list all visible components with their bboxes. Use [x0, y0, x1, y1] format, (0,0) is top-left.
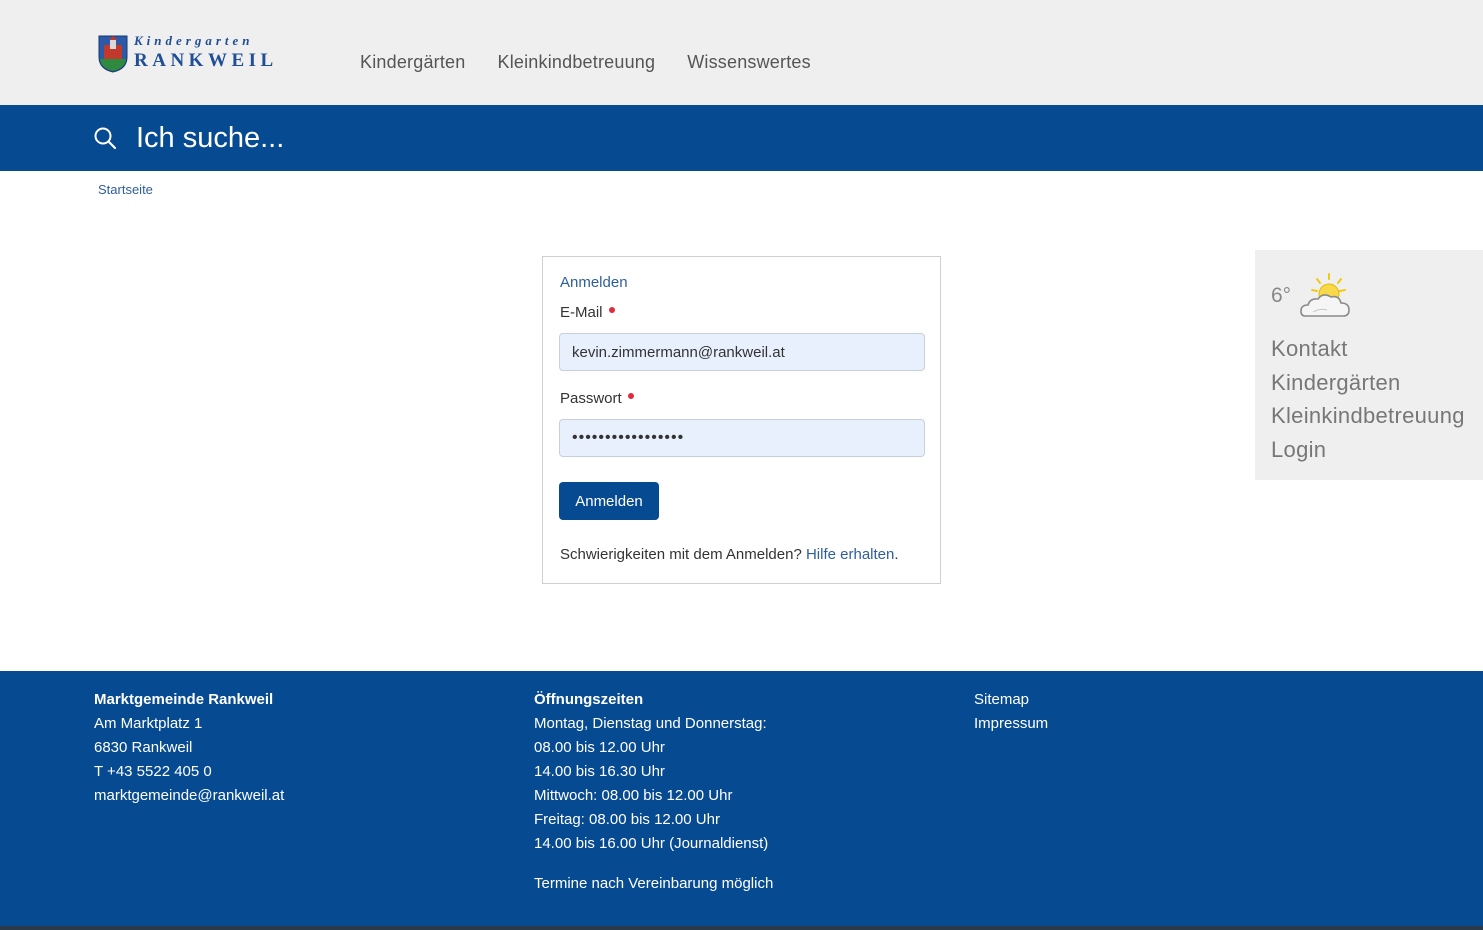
help-text: Schwierigkeiten mit dem Anmelden? Hilfe … [560, 546, 899, 563]
email-field[interactable] [559, 333, 925, 371]
hours-line: 14.00 bis 16.00 Uhr (Journaldienst) [534, 835, 769, 852]
hours-line: 14.00 bis 16.30 Uhr [534, 763, 665, 780]
side-link-kleinkindbetreuung[interactable]: Kleinkindbetreuung [1271, 399, 1465, 433]
footer-address-title: Marktgemeinde Rankweil [94, 691, 274, 708]
password-label-text: Passwort [560, 390, 622, 407]
nav-wissenswertes[interactable]: Wissenswertes [687, 52, 811, 73]
footer-hours-title: Öffnungszeiten [534, 691, 644, 708]
search-input[interactable] [136, 117, 1036, 159]
footer-street: Am Marktplatz 1 [94, 715, 203, 732]
hours-line: Montag, Dienstag und Donnerstag: [534, 715, 767, 732]
hours-line: Freitag: 08.00 bis 12.00 Uhr [534, 811, 720, 828]
footer-address: Marktgemeinde Rankweil Am Marktplatz 1 6… [94, 688, 284, 808]
help-link[interactable]: Hilfe erhalten [806, 546, 894, 563]
login-title: Anmelden [560, 274, 628, 291]
site-logo[interactable]: Kindergarten RANKWEIL [98, 33, 283, 75]
side-link-kindergaerten[interactable]: Kindergärten [1271, 366, 1465, 400]
help-text-prefix: Schwierigkeiten mit dem Anmelden? [560, 546, 806, 563]
nav-kindergaerten[interactable]: Kindergärten [360, 52, 465, 73]
footer-phone[interactable]: T +43 5522 405 0 [94, 760, 284, 784]
hours-line: 08.00 bis 12.00 Uhr [534, 739, 665, 756]
footer-hours: Öffnungszeiten Montag, Dienstag und Donn… [534, 688, 773, 896]
search-bar [0, 105, 1483, 171]
footer-links: Sitemap Impressum [974, 688, 1048, 736]
footer-email-link[interactable]: marktgemeinde@rankweil.at [94, 784, 284, 808]
side-link-kontakt[interactable]: Kontakt [1271, 332, 1465, 366]
login-button[interactable]: Anmelden [559, 482, 659, 520]
temperature: 6° [1271, 284, 1292, 307]
partly-cloudy-icon [1300, 273, 1350, 317]
required-indicator [608, 307, 615, 313]
search-icon[interactable] [93, 126, 117, 150]
password-field[interactable] [559, 419, 925, 457]
side-links: Kontakt Kindergärten Kleinkindbetreuung … [1271, 332, 1465, 466]
footer-link-sitemap[interactable]: Sitemap [974, 688, 1048, 712]
site-footer: Marktgemeinde Rankweil Am Marktplatz 1 6… [0, 671, 1483, 926]
side-link-login[interactable]: Login [1271, 433, 1465, 467]
site-header: Kindergarten RANKWEIL Kindergärten Klein… [0, 0, 1483, 105]
footer-city: 6830 Rankweil [94, 739, 193, 756]
crest-icon [98, 35, 128, 73]
logo-text-main: RANKWEIL [134, 50, 278, 71]
footer-link-impressum[interactable]: Impressum [974, 712, 1048, 736]
breadcrumb-home[interactable]: Startseite [98, 182, 153, 197]
login-form: Anmelden E-Mail Passwort Anmelden Schwie… [542, 256, 941, 584]
hours-line: Mittwoch: 08.00 bis 12.00 Uhr [534, 787, 733, 804]
required-indicator [627, 393, 634, 399]
nav-kleinkindbetreuung[interactable]: Kleinkindbetreuung [497, 52, 655, 73]
email-label-text: E-Mail [560, 304, 603, 321]
main-nav: Kindergärten Kleinkindbetreuung Wissensw… [360, 52, 843, 73]
bottom-strip [0, 926, 1483, 930]
side-panel: 6° Kontakt Kindergärten Kleinkindbetreuu… [1255, 250, 1483, 480]
help-text-suffix: . [894, 546, 899, 563]
hours-note: Termine nach Vereinbarung möglich [534, 875, 774, 892]
password-label: Passwort [560, 390, 634, 407]
logo-text-top: Kindergarten [134, 33, 254, 48]
email-label: E-Mail [560, 304, 615, 321]
